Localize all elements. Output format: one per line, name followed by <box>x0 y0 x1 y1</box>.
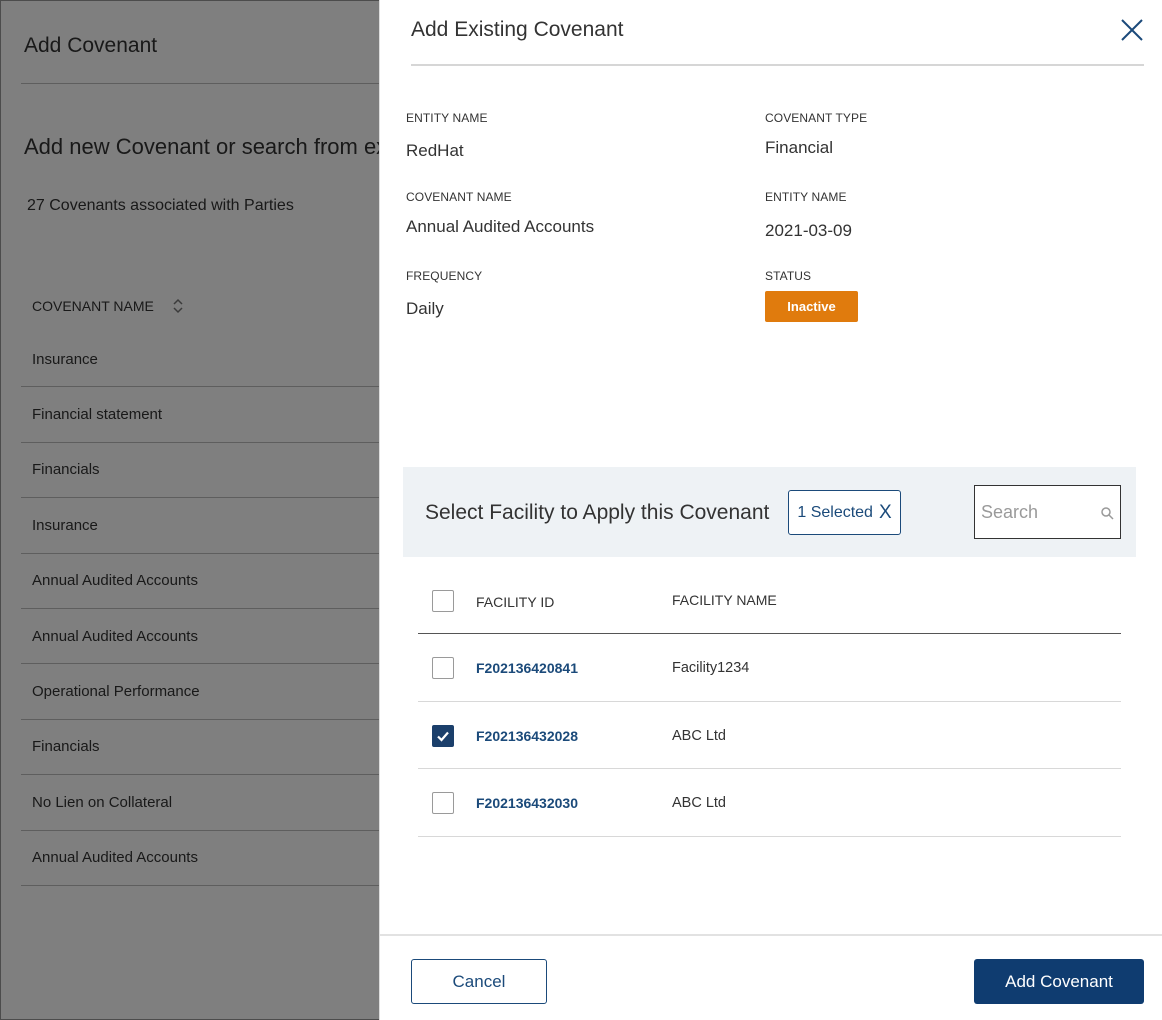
status-label: STATUS <box>765 269 812 283</box>
facility-id-link[interactable]: F202136420841 <box>476 660 578 676</box>
covenant-name-value: Annual Audited Accounts <box>406 217 595 236</box>
covenant-name-field: COVENANT NAME Annual Audited Accounts <box>406 190 594 237</box>
entity-name-value: RedHat <box>406 141 464 160</box>
cancel-button[interactable]: Cancel <box>411 959 547 1004</box>
search-icon[interactable] <box>1100 506 1114 520</box>
selected-count-label: 1 Selected <box>797 503 873 521</box>
table-row[interactable]: F202136420841 Facility1234 <box>418 634 1121 702</box>
clear-selection-icon[interactable]: X <box>879 502 892 524</box>
facility-name: Facility1234 <box>672 660 750 676</box>
row-checkbox[interactable] <box>432 657 454 679</box>
title-divider <box>411 64 1144 66</box>
close-button[interactable] <box>1116 14 1148 46</box>
facility-id-link[interactable]: F202136432028 <box>476 728 578 744</box>
facility-search[interactable] <box>974 485 1121 539</box>
covenant-type-label: COVENANT TYPE <box>765 111 868 125</box>
facility-id-column-header: FACILITY ID <box>476 594 555 610</box>
checkmark-icon <box>437 731 449 742</box>
close-icon <box>1121 19 1143 41</box>
facility-table: FACILITY ID FACILITY NAME F202136420841 … <box>418 567 1121 837</box>
drawer-title: Add Existing Covenant <box>411 18 624 41</box>
entity-date-label: ENTITY NAME <box>765 190 847 204</box>
row-checkbox[interactable] <box>432 792 454 814</box>
covenant-name-label: COVENANT NAME <box>406 190 512 204</box>
facility-name-column-header: FACILITY NAME <box>672 592 777 608</box>
covenant-type-value: Financial <box>765 138 834 157</box>
facility-name: ABC Ltd <box>672 795 726 811</box>
facility-selection-header: Select Facility to Apply this Covenant 1… <box>403 467 1136 557</box>
frequency-label: FREQUENCY <box>406 269 483 283</box>
facility-id-link[interactable]: F202136432030 <box>476 795 578 811</box>
add-existing-covenant-drawer: Add Existing Covenant ENTITY NAME RedHat… <box>379 0 1162 1020</box>
facility-section-title: Select Facility to Apply this Covenant <box>425 501 770 524</box>
entity-name-field: ENTITY NAME RedHat <box>406 111 488 161</box>
status-field: STATUS Inactive <box>765 269 858 322</box>
table-row[interactable]: F202136432030 ABC Ltd <box>418 769 1121 837</box>
frequency-value: Daily <box>406 299 444 318</box>
search-input[interactable] <box>981 501 1096 523</box>
status-badge: Inactive <box>765 291 858 322</box>
frequency-field: FREQUENCY Daily <box>406 269 482 319</box>
selected-count-chip[interactable]: 1 Selected X <box>788 490 901 535</box>
entity-name-label: ENTITY NAME <box>406 111 488 125</box>
entity-date-value: 2021-03-09 <box>765 221 852 240</box>
entity-date-field: ENTITY NAME 2021-03-09 <box>765 190 852 241</box>
table-row[interactable]: F202136432028 ABC Ltd <box>418 702 1121 769</box>
select-all-checkbox[interactable] <box>432 590 454 612</box>
facility-name: ABC Ltd <box>672 727 726 744</box>
covenant-type-field: COVENANT TYPE Financial <box>765 111 867 158</box>
add-covenant-button[interactable]: Add Covenant <box>974 959 1144 1004</box>
footer-divider <box>380 934 1162 936</box>
row-checkbox[interactable] <box>432 724 454 747</box>
table-header: FACILITY ID FACILITY NAME <box>418 567 1121 634</box>
